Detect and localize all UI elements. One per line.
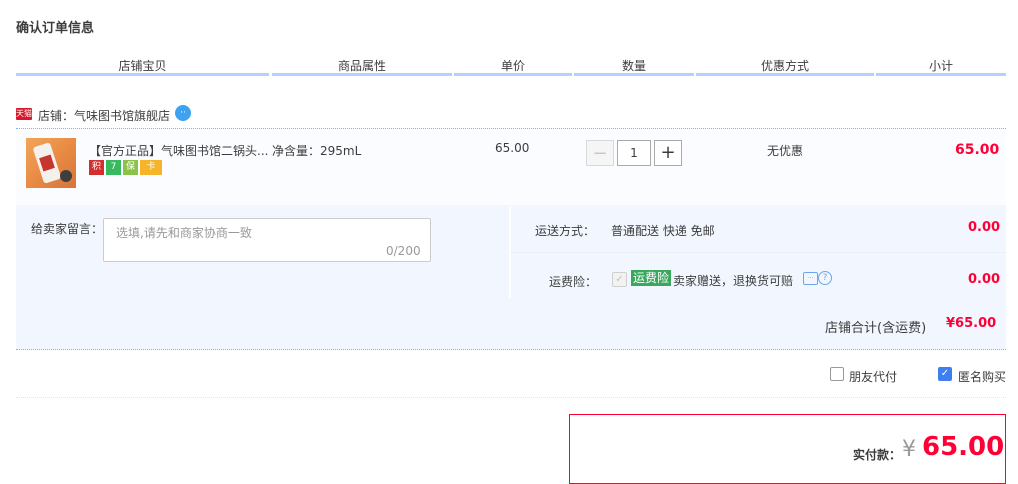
tmall-icon: 天猫 xyxy=(16,108,32,120)
insurance-checkbox: ✓ xyxy=(612,272,627,287)
promotion-value: 无优惠 xyxy=(767,144,804,158)
insurance-label: 运费险： xyxy=(549,275,598,289)
insurance-fee: 0.00 xyxy=(968,272,1001,287)
header-quantity: 数量 xyxy=(621,59,646,73)
memo-char-counter: 0/200 xyxy=(386,244,421,258)
shipping-fee: 0.00 xyxy=(968,220,1001,235)
header-attribute: 商品属性 xyxy=(337,59,386,73)
shipping-method: 普通配送 快递 免邮 xyxy=(611,224,715,238)
header-divider xyxy=(454,73,572,76)
insurance-description: 卖家赠送，退换货可赔 xyxy=(673,274,794,288)
friend-pay-label[interactable]: 朋友代付 xyxy=(849,368,897,385)
help-icon[interactable]: ? xyxy=(818,271,832,285)
shop-name-link[interactable]: 店铺：气味图书馆旗舰店 xyxy=(38,107,170,124)
quantity-minus-button[interactable]: − xyxy=(586,140,614,166)
header-divider xyxy=(16,73,269,76)
payment-label: 实付款： xyxy=(853,448,902,462)
shop-total-value: ¥65.00 xyxy=(946,316,997,331)
header-promotion: 优惠方式 xyxy=(760,59,809,73)
insurance-badge: 运费险 xyxy=(631,270,672,286)
header-subtotal: 小计 xyxy=(928,59,953,73)
header-shop-item: 店铺宝贝 xyxy=(118,59,167,73)
anonymous-purchase-checkbox[interactable]: ✓ xyxy=(938,367,952,381)
credit-card-icon[interactable]: 卡 xyxy=(140,160,162,175)
anonymous-purchase-label[interactable]: 匿名购买 xyxy=(958,368,1006,385)
shop-total-label: 店铺合计(含运费) xyxy=(825,321,927,336)
seven-day-return-icon[interactable]: 7 xyxy=(106,160,121,175)
header-divider xyxy=(574,73,694,76)
chat-wangwang-icon[interactable]: ·· xyxy=(175,105,191,121)
header-divider xyxy=(272,73,452,76)
quantity-plus-button[interactable]: + xyxy=(654,140,682,166)
message-icon[interactable]: ··· xyxy=(803,272,818,285)
memo-placeholder: 选填,请先和商家协商一致 xyxy=(116,226,252,240)
service-badges: 积7保卡 xyxy=(89,160,164,175)
divider xyxy=(16,397,1006,399)
points-icon[interactable]: 积 xyxy=(89,160,104,175)
page-title: 确认订单信息 xyxy=(16,21,95,36)
product-title-link[interactable]: 【官方正品】气味图书馆二锅头... xyxy=(89,142,268,159)
product-thumbnail[interactable] xyxy=(26,138,76,188)
item-row xyxy=(16,128,1006,206)
item-subtotal: 65.00 xyxy=(955,142,1000,158)
guarantee-icon[interactable]: 保 xyxy=(123,160,138,175)
memo-label: 给卖家留言： xyxy=(31,222,104,236)
product-attribute: 净含量：295mL xyxy=(272,144,362,158)
header-divider xyxy=(876,73,1006,76)
header-divider xyxy=(696,73,874,76)
header-unit-price: 单价 xyxy=(500,59,525,73)
shipping-label: 运送方式： xyxy=(535,224,596,238)
payment-amount: 65.00 xyxy=(922,432,1005,462)
unit-price: 65.00 xyxy=(495,141,530,155)
quantity-input[interactable]: 1 xyxy=(617,140,651,166)
friend-pay-checkbox[interactable] xyxy=(830,367,844,381)
currency-symbol: ¥ xyxy=(902,437,916,462)
